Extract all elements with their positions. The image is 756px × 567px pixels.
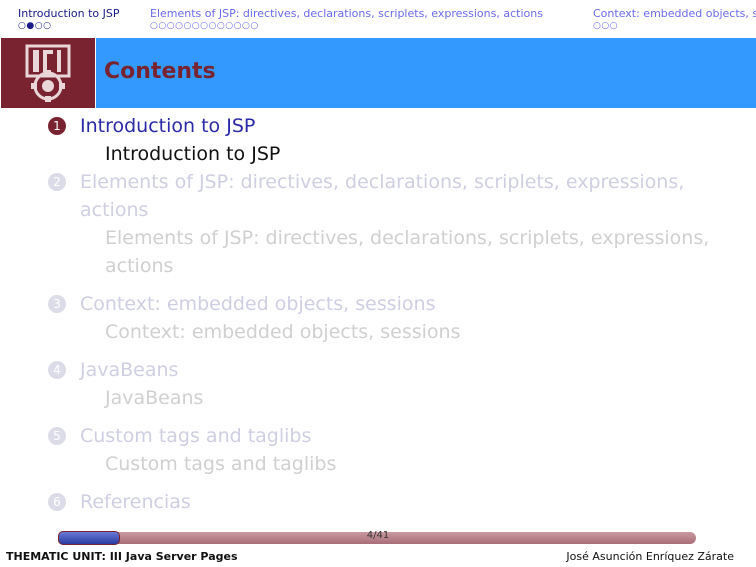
nav-slide-dot[interactable]: ○ — [209, 22, 217, 31]
nav-slide-dot[interactable]: ○ — [158, 22, 166, 31]
toc-section-title: Custom tags and taglibs — [80, 425, 312, 447]
nav-slide-dot[interactable]: ● — [26, 22, 34, 31]
nav-slide-dots: ○○○○○○○○○○○○○ — [150, 22, 543, 31]
nav-slide-dot[interactable]: ○ — [18, 22, 26, 31]
logo-container — [0, 38, 96, 108]
footer-author: José Asunción Enríquez Zárate — [566, 550, 734, 563]
toc-subsection-1-1[interactable]: Introduction to JSP — [48, 140, 728, 168]
nav-slide-dot[interactable]: ○ — [225, 22, 233, 31]
ipn-logo — [1, 38, 95, 108]
toc-section-title: JavaBeans — [80, 359, 179, 381]
toc-subsection-3-1[interactable]: Context: embedded objects, sessions — [48, 318, 728, 346]
nav-section-context[interactable]: Context: embedded objects, sessions ○○○ — [593, 7, 756, 31]
nav-slide-dot[interactable]: ○ — [593, 22, 601, 31]
nav-section-label: Introduction to JSP — [18, 7, 120, 20]
section-number-badge: 4 — [48, 361, 66, 379]
page-number: 4/41 — [366, 530, 390, 541]
toc-section-4[interactable]: 4 JavaBeans — [48, 356, 728, 384]
section-number-badge: 2 — [48, 173, 66, 191]
toc-section-title: Elements of JSP: directives, declaration… — [80, 171, 685, 221]
nav-section-introduction[interactable]: Introduction to JSP ○●○○ — [18, 7, 120, 31]
nav-slide-dot[interactable]: ○ — [192, 22, 200, 31]
section-number-badge: 3 — [48, 295, 66, 313]
toc-section-title: Introduction to JSP — [80, 115, 256, 137]
toc-section-3[interactable]: 3 Context: embedded objects, sessions — [48, 290, 728, 318]
toc-section-title: Referencias — [80, 491, 191, 513]
toc-section-title: Context: embedded objects, sessions — [80, 293, 436, 315]
table-of-contents: 1 Introduction to JSP Introduction to JS… — [48, 112, 728, 516]
section-number-badge: 5 — [48, 427, 66, 445]
toc-subsection-2-1[interactable]: Elements of JSP: directives, declaration… — [48, 224, 728, 280]
nav-slide-dot[interactable]: ○ — [175, 22, 183, 31]
nav-slide-dot[interactable]: ○ — [35, 22, 43, 31]
section-number-badge: 1 — [48, 117, 66, 135]
toc-section-1[interactable]: 1 Introduction to JSP — [48, 112, 728, 140]
nav-section-label: Elements of JSP: directives, declaration… — [150, 7, 543, 20]
toc-section-5[interactable]: 5 Custom tags and taglibs — [48, 422, 728, 450]
nav-section-elements[interactable]: Elements of JSP: directives, declaration… — [150, 7, 543, 31]
nav-slide-dot[interactable]: ○ — [150, 22, 158, 31]
nav-slide-dot[interactable]: ○ — [601, 22, 609, 31]
nav-section-label: Context: embedded objects, sessions — [593, 7, 756, 20]
toc-subsection-4-1[interactable]: JavaBeans — [48, 384, 728, 412]
nav-slide-dot[interactable]: ○ — [242, 22, 250, 31]
toc-subsection-5-1[interactable]: Custom tags and taglibs — [48, 450, 728, 478]
institution-seal-icon — [25, 44, 71, 102]
nav-slide-dots: ○○○ — [593, 22, 756, 31]
nav-slide-dot[interactable]: ○ — [167, 22, 175, 31]
toc-section-6[interactable]: 6 Referencias — [48, 488, 728, 516]
nav-slide-dot[interactable]: ○ — [610, 22, 618, 31]
nav-slide-dot[interactable]: ○ — [234, 22, 242, 31]
nav-slide-dot[interactable]: ○ — [200, 22, 208, 31]
footer-unit-title: THEMATIC UNIT: III Java Server Pages — [6, 550, 238, 563]
section-number-badge: 6 — [48, 493, 66, 511]
nav-slide-dot[interactable]: ○ — [217, 22, 225, 31]
frame-title: Contents — [104, 59, 216, 84]
section-navigation: Introduction to JSP ○●○○ Elements of JSP… — [0, 0, 756, 38]
nav-slide-dots: ○●○○ — [18, 22, 120, 31]
toc-section-2[interactable]: 2 Elements of JSP: directives, declarati… — [48, 168, 728, 224]
nav-slide-dot[interactable]: ○ — [183, 22, 191, 31]
nav-slide-dot[interactable]: ○ — [43, 22, 51, 31]
nav-slide-dot[interactable]: ○ — [250, 22, 258, 31]
